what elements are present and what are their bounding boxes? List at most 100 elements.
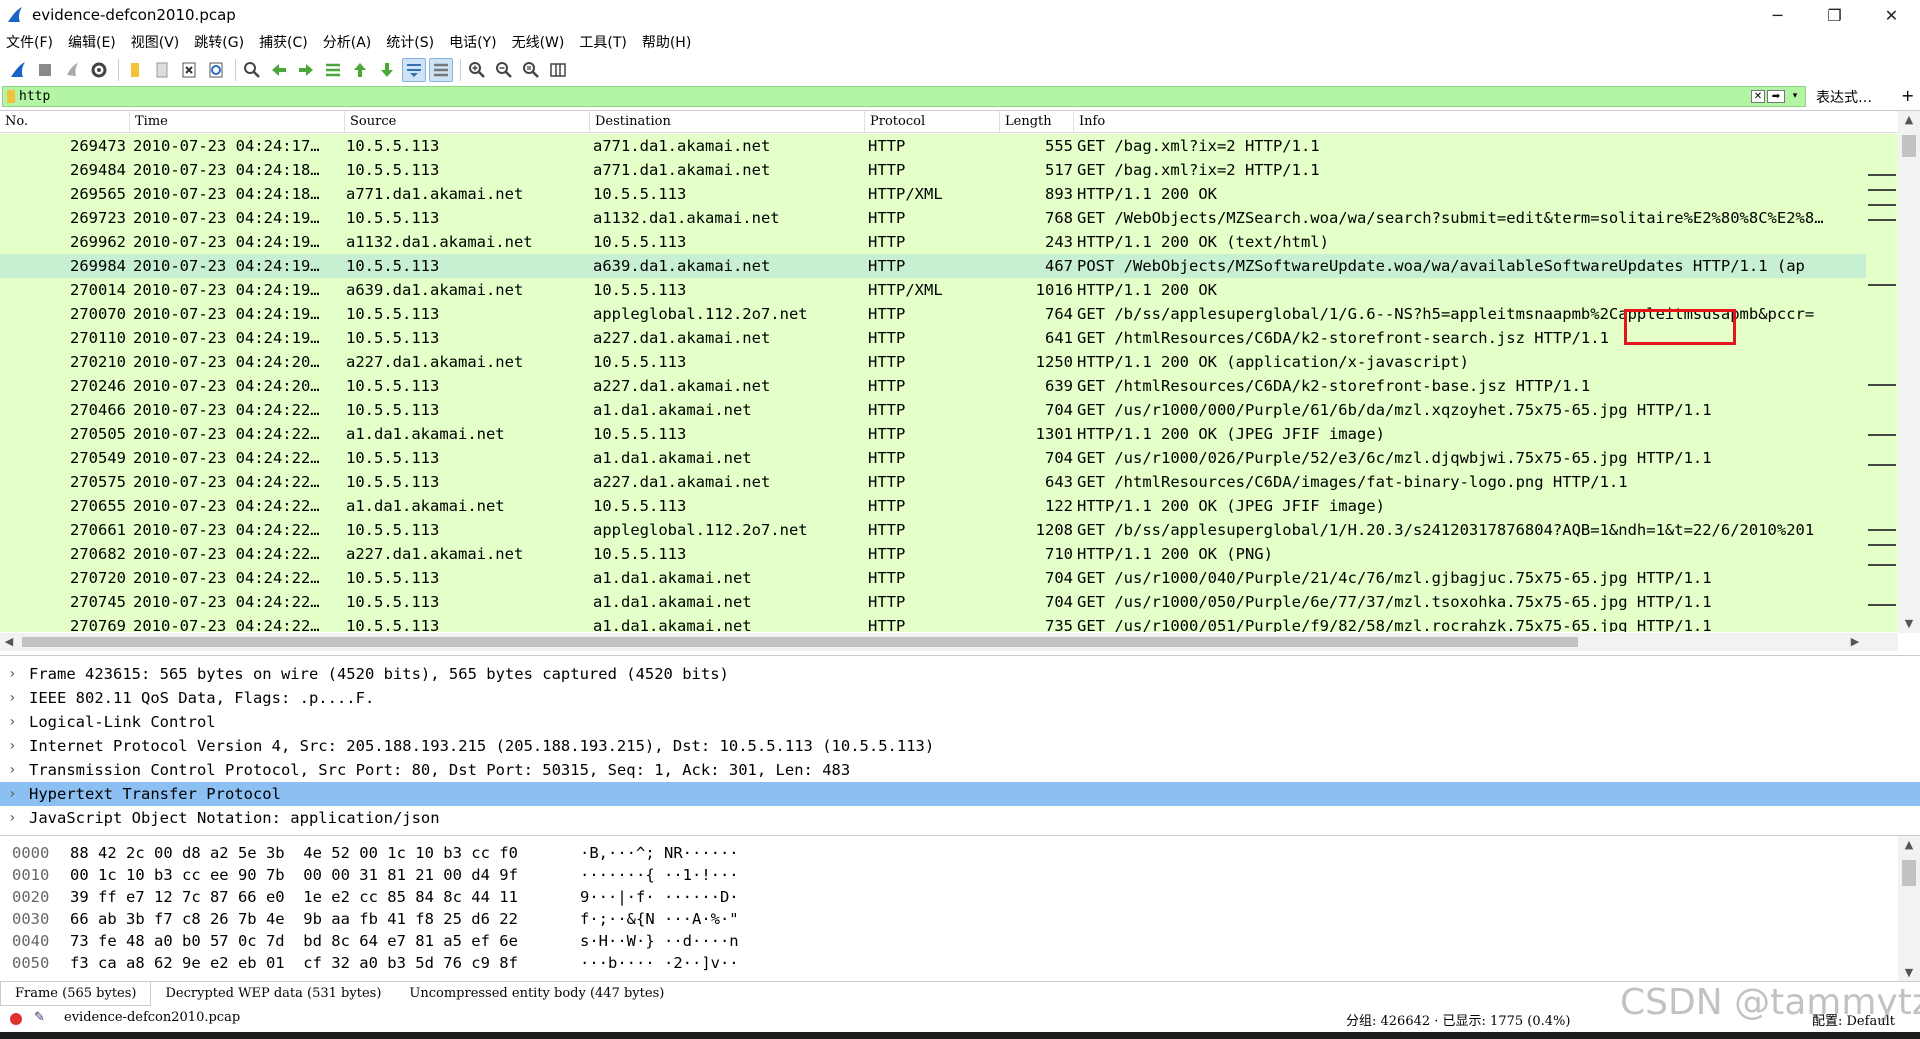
vertical-scroll-thumb[interactable] — [1902, 135, 1916, 157]
packet-row[interactable]: 270505 2010-07-23 04:24:22… a1.da1.akamai.… — [0, 422, 1866, 446]
column-header-length[interactable]: Length — [1000, 111, 1074, 133]
packet-row[interactable]: 269484 2010-07-23 04:24:18… 10.5.5.113 a771… — [0, 158, 1866, 182]
hex-row[interactable]: 0020 39 ff e7 12 7c 87 66 e0 1e e2 cc 85 … — [0, 886, 1898, 908]
expand-chevron-icon[interactable]: › — [8, 782, 24, 806]
hex-row[interactable]: 0000 88 42 2c 00 d8 a2 5e 3b 4e 52 00 1c … — [0, 842, 1898, 864]
detail-tree-item[interactable]: › Frame 423615: 565 bytes on wire (4520 b… — [0, 662, 1920, 686]
expand-chevron-icon[interactable]: › — [8, 710, 24, 734]
tab-frame-bytes[interactable]: Frame (565 bytes) — [0, 981, 152, 1006]
minimize-button[interactable]: ─ — [1749, 0, 1806, 30]
packet-row[interactable]: 269723 2010-07-23 04:24:19… 10.5.5.113 a113… — [0, 206, 1866, 230]
packet-row[interactable]: 270720 2010-07-23 04:24:22… 10.5.5.113 a1.d… — [0, 566, 1866, 590]
expert-info-icon[interactable] — [10, 1013, 22, 1025]
zoom-in-button[interactable] — [465, 58, 489, 82]
close-button[interactable]: ✕ — [1863, 0, 1920, 30]
stop-capture-button[interactable] — [33, 58, 57, 82]
display-filter-field[interactable]: ✕ ➡ ▾ — [2, 86, 1806, 107]
expand-chevron-icon[interactable]: › — [8, 686, 24, 710]
open-file-button[interactable] — [123, 58, 147, 82]
packet-row[interactable]: 270466 2010-07-23 04:24:22… 10.5.5.113 a1.d… — [0, 398, 1866, 422]
filter-history-dropdown-icon[interactable]: ▾ — [1789, 90, 1801, 103]
close-file-button[interactable] — [177, 58, 201, 82]
go-to-packet-button[interactable] — [321, 58, 345, 82]
packet-minimap[interactable] — [1866, 134, 1898, 632]
packet-row[interactable]: 270070 2010-07-23 04:24:19… 10.5.5.113 appl… — [0, 302, 1866, 326]
packet-row[interactable]: 270655 2010-07-23 04:24:22… a1.da1.akamai.… — [0, 494, 1866, 518]
scroll-up-icon[interactable]: ▲ — [1898, 111, 1920, 129]
hex-row[interactable]: 0010 00 1c 10 b3 cc ee 90 7b 00 00 31 81 … — [0, 864, 1898, 886]
last-packet-button[interactable] — [375, 58, 399, 82]
detail-tree-item[interactable]: › Logical-Link Control — [0, 710, 1920, 734]
packet-row[interactable]: 269962 2010-07-23 04:24:19… a1132.da1.akam… — [0, 230, 1866, 254]
clear-filter-icon[interactable]: ✕ — [1751, 90, 1765, 103]
menu-telephony[interactable]: 电话(Y) — [449, 32, 496, 52]
scroll-left-icon[interactable]: ◀ — [0, 633, 18, 651]
menu-capture[interactable]: 捕获(C) — [259, 32, 308, 52]
expand-chevron-icon[interactable]: › — [8, 806, 24, 830]
expand-chevron-icon[interactable]: › — [8, 662, 24, 686]
scroll-down-icon[interactable]: ▼ — [1898, 964, 1920, 982]
auto-scroll-button[interactable] — [402, 58, 426, 82]
first-packet-button[interactable] — [348, 58, 372, 82]
display-filter-input[interactable] — [19, 89, 1719, 104]
go-back-button[interactable] — [267, 58, 291, 82]
detail-tree-item[interactable]: › IEEE 802.11 QoS Data, Flags: .p....F. — [0, 686, 1920, 710]
menu-go[interactable]: 跳转(G) — [194, 32, 244, 52]
resize-columns-button[interactable] — [546, 58, 570, 82]
packet-row[interactable]: 269984 2010-07-23 04:24:19… 10.5.5.113 a639… — [0, 254, 1866, 278]
packet-list-horizontal-scrollbar[interactable]: ◀ ▶ — [0, 633, 1898, 651]
tab-decrypted-wep[interactable]: Decrypted WEP data (531 bytes) — [151, 982, 395, 1006]
apply-filter-icon[interactable]: ➡ — [1767, 90, 1785, 103]
find-packet-button[interactable] — [240, 58, 264, 82]
column-header-time[interactable]: Time — [130, 111, 345, 133]
menu-analyze[interactable]: 分析(A) — [323, 32, 372, 52]
packet-row[interactable]: 270246 2010-07-23 04:24:20… 10.5.5.113 a227… — [0, 374, 1866, 398]
packet-row[interactable]: 269473 2010-07-23 04:24:17… 10.5.5.113 a771… — [0, 134, 1866, 158]
detail-tree-item[interactable]: › Transmission Control Protocol, Src Port… — [0, 758, 1920, 782]
horizontal-scroll-thumb[interactable] — [22, 637, 1578, 647]
bytes-vertical-scrollbar[interactable]: ▲ ▼ — [1898, 836, 1920, 982]
save-file-button[interactable] — [150, 58, 174, 82]
scroll-down-icon[interactable]: ▼ — [1898, 615, 1920, 633]
packet-row[interactable]: 269565 2010-07-23 04:24:18… a771.da1.akama… — [0, 182, 1866, 206]
zoom-out-button[interactable] — [492, 58, 516, 82]
restore-button[interactable]: ❐ — [1806, 0, 1863, 30]
packet-row[interactable]: 270210 2010-07-23 04:24:20… a227.da1.akama… — [0, 350, 1866, 374]
expression-button[interactable]: 表达式… — [1816, 87, 1872, 107]
start-capture-button[interactable] — [6, 58, 30, 82]
packet-row[interactable]: 270769 2010-07-23 04:24:22… 10.5.5.113 a1.d… — [0, 614, 1866, 632]
scroll-right-icon[interactable]: ▶ — [1846, 633, 1864, 651]
packet-row[interactable]: 270745 2010-07-23 04:24:22… 10.5.5.113 a1.d… — [0, 590, 1866, 614]
hex-row[interactable]: 0050 f3 ca a8 62 9e e2 eb 01 cf 32 a0 b3 … — [0, 952, 1898, 974]
colorize-button[interactable] — [429, 58, 453, 82]
packet-row[interactable]: 270110 2010-07-23 04:24:19… 10.5.5.113 a227… — [0, 326, 1866, 350]
column-header-no[interactable]: No. — [0, 111, 130, 133]
detail-tree-item[interactable]: › Hypertext Transfer Protocol — [0, 782, 1920, 806]
detail-tree-item[interactable]: › JavaScript Object Notation: application… — [0, 806, 1920, 830]
packet-row[interactable]: 270549 2010-07-23 04:24:22… 10.5.5.113 a1.d… — [0, 446, 1866, 470]
menu-help[interactable]: 帮助(H) — [642, 32, 691, 52]
packet-row[interactable]: 270661 2010-07-23 04:24:22… 10.5.5.113 appl… — [0, 518, 1866, 542]
column-header-protocol[interactable]: Protocol — [865, 111, 1000, 133]
packet-list-vertical-scrollbar[interactable]: ▲ ▼ — [1898, 111, 1920, 633]
reload-file-button[interactable] — [204, 58, 228, 82]
restart-capture-button[interactable] — [60, 58, 84, 82]
bytes-scroll-thumb[interactable] — [1902, 860, 1916, 886]
filter-bookmark-icon[interactable] — [7, 90, 15, 103]
menu-statistics[interactable]: 统计(S) — [386, 32, 434, 52]
column-header-info[interactable]: Info — [1074, 111, 1904, 133]
packet-row[interactable]: 270014 2010-07-23 04:24:19… a639.da1.akama… — [0, 278, 1866, 302]
menu-tools[interactable]: 工具(T) — [579, 32, 626, 52]
column-header-source[interactable]: Source — [345, 111, 590, 133]
add-filter-button[interactable]: + — [1901, 86, 1914, 105]
menu-view[interactable]: 视图(V) — [131, 32, 180, 52]
menu-edit[interactable]: 编辑(E) — [68, 32, 116, 52]
column-header-destination[interactable]: Destination — [590, 111, 865, 133]
hex-row[interactable]: 0040 73 fe 48 a0 b0 57 0c 7d bd 8c 64 e7 … — [0, 930, 1898, 952]
menu-file[interactable]: 文件(F) — [6, 32, 53, 52]
expand-chevron-icon[interactable]: › — [8, 758, 24, 782]
zoom-reset-button[interactable] — [519, 58, 543, 82]
edit-comment-icon[interactable]: ✎ — [34, 1010, 50, 1026]
packet-row[interactable]: 270682 2010-07-23 04:24:22… a227.da1.akama… — [0, 542, 1866, 566]
hex-row[interactable]: 0030 66 ab 3b f7 c8 26 7b 4e 9b aa fb 41 … — [0, 908, 1898, 930]
